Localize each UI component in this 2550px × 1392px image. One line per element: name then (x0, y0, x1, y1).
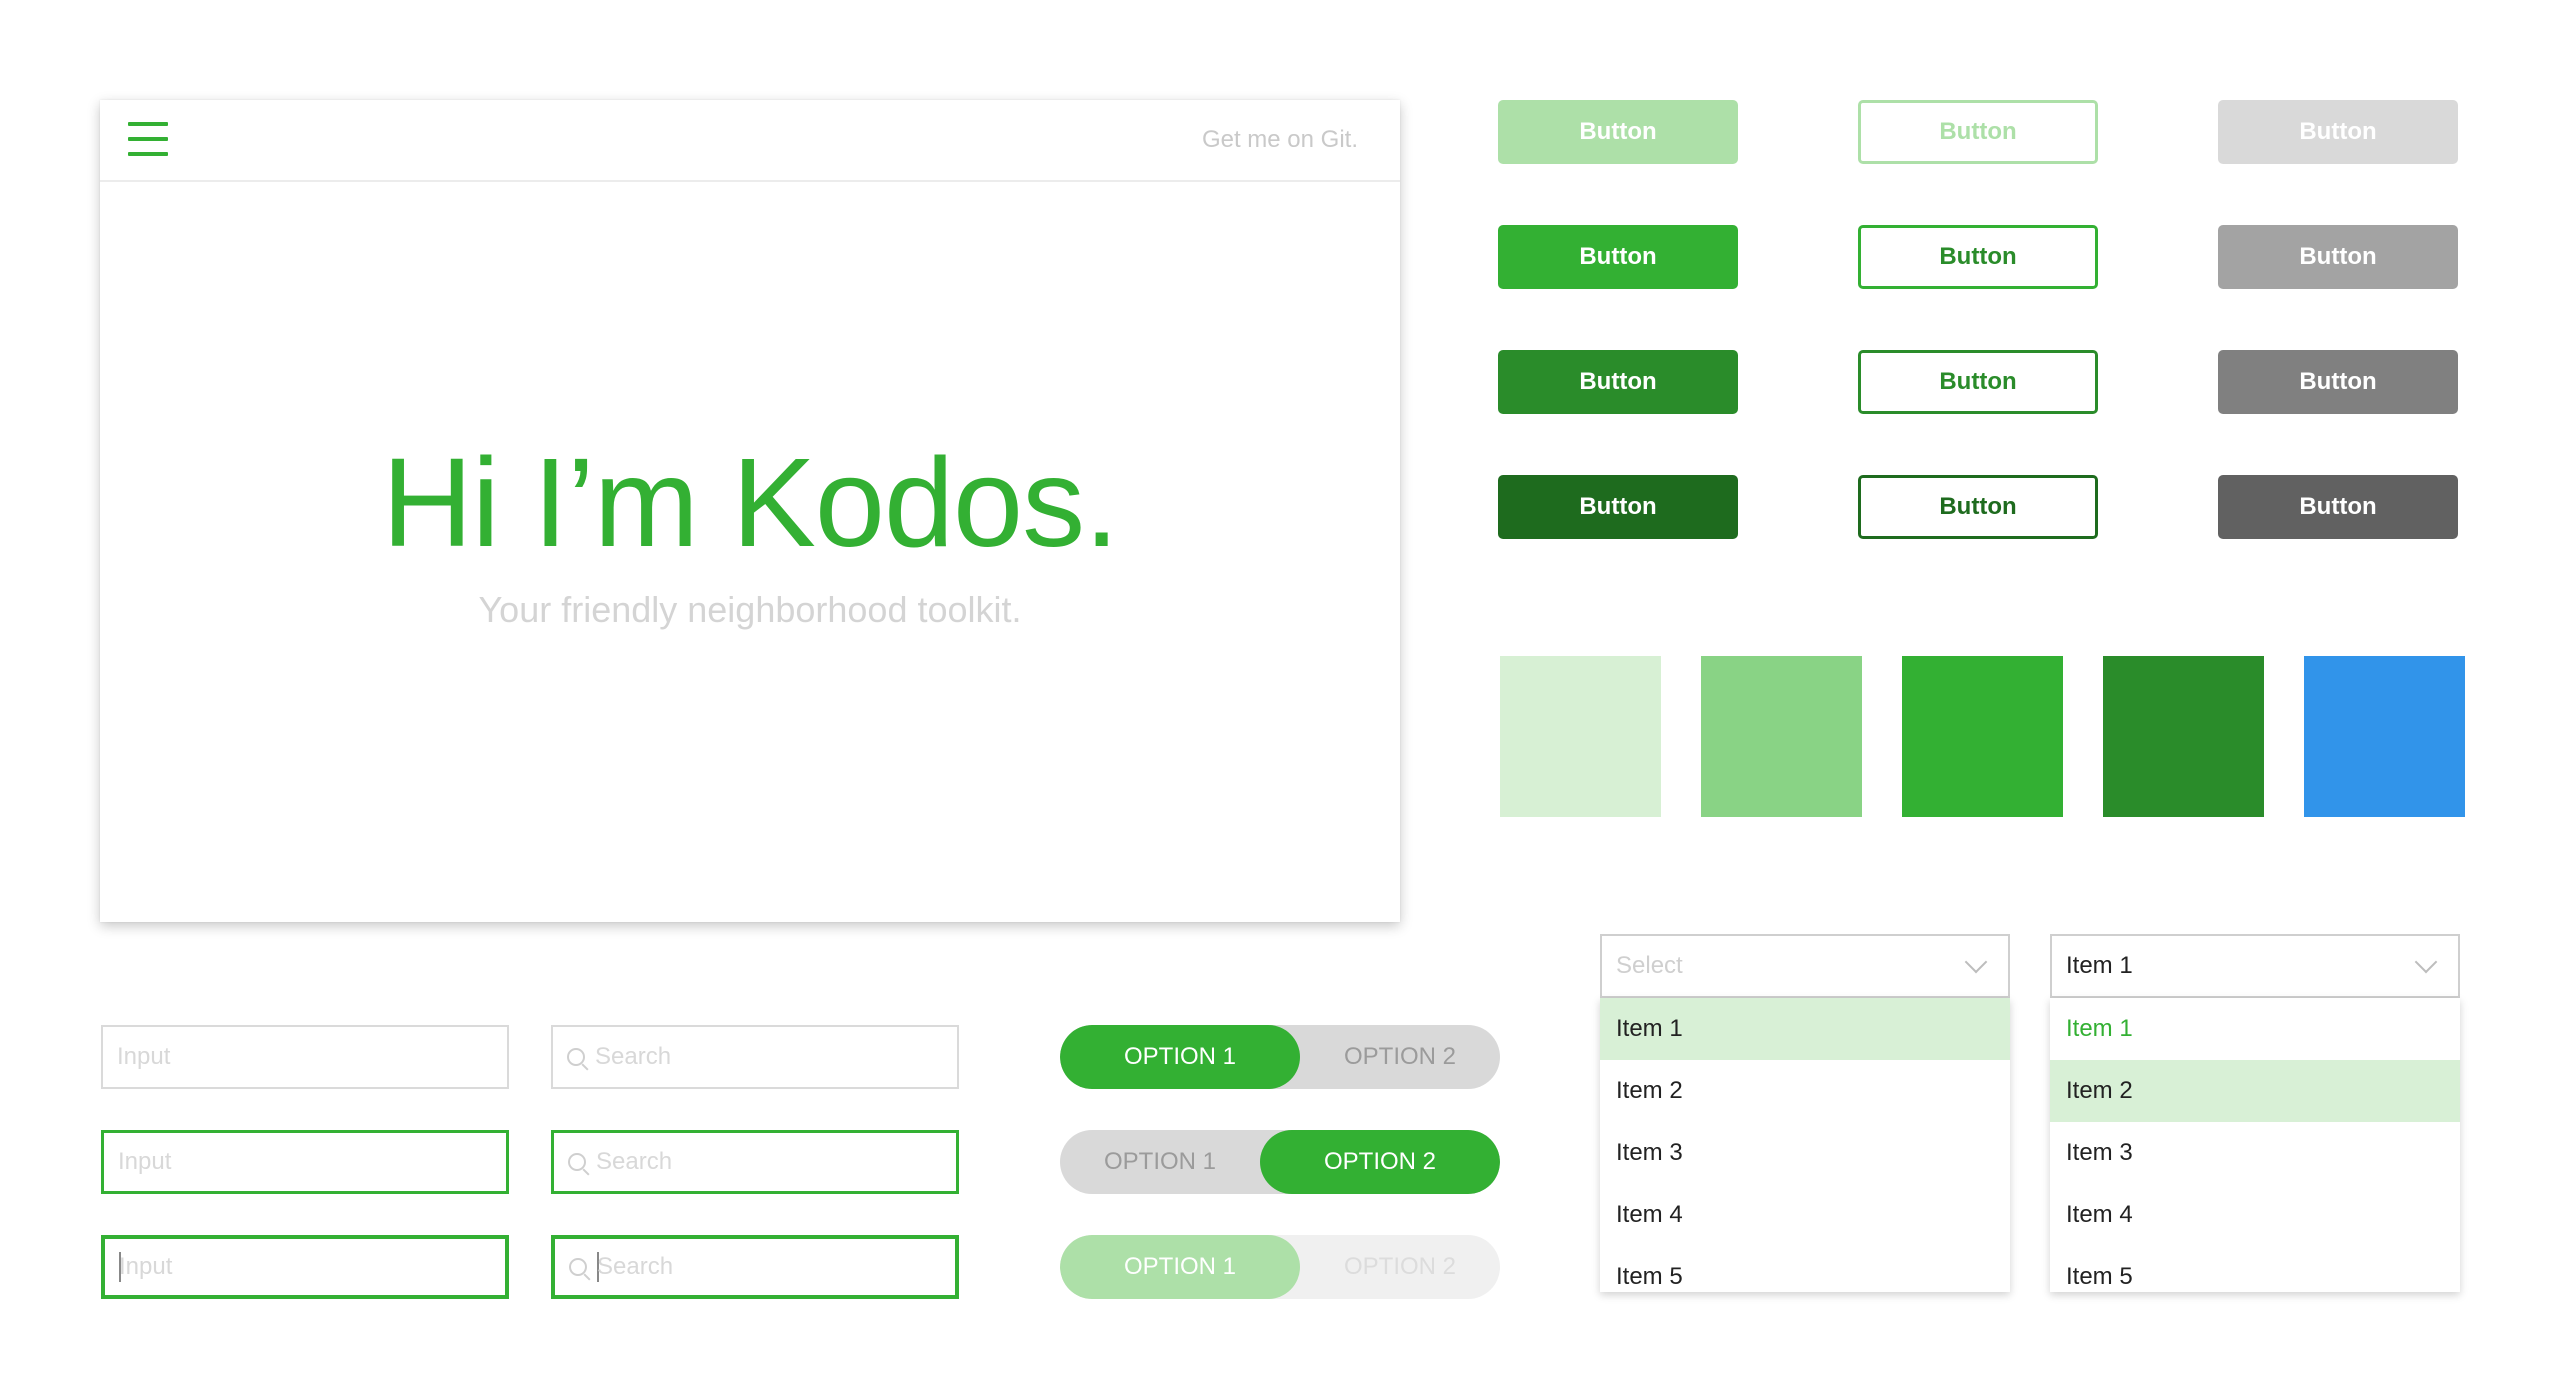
button-filled[interactable]: Button (1498, 225, 1738, 289)
search-icon (569, 1258, 587, 1276)
git-link[interactable]: Get me on Git. (1202, 126, 1358, 154)
color-swatch-light (1701, 656, 1862, 817)
button-gray-light[interactable]: Button (2218, 100, 2458, 164)
hero-card: Get me on Git. Hi I’m Kodos. Your friend… (100, 100, 1400, 922)
select-dropdown-empty[interactable]: Select (1600, 934, 2010, 998)
input-field-focused[interactable]: Input (101, 1235, 509, 1299)
button-filled-darker[interactable]: Button (1498, 475, 1738, 539)
button-outline[interactable]: Button (1858, 225, 2098, 289)
input-placeholder: Input (117, 1043, 171, 1070)
dropdown-item[interactable]: Item 2 (1600, 1060, 2010, 1122)
toggle-option-2[interactable]: OPTION 2 (1300, 1235, 1500, 1299)
button-outline-dark[interactable]: Button (1858, 350, 2098, 414)
toggle-option-1[interactable]: OPTION 1 (1060, 1235, 1300, 1299)
search-placeholder: Search (596, 1148, 673, 1175)
segmented-toggle-disabled: OPTION 1 OPTION 2 (1060, 1235, 1500, 1299)
select-value: Item 1 (2066, 952, 2133, 979)
dropdown-menu: Item 1 Item 2 Item 3 Item 4 Item 5 (1600, 998, 2010, 1292)
color-swatch-dark (2103, 656, 2264, 817)
hero-title: Hi I’m Kodos. (381, 432, 1119, 573)
button-outline-light[interactable]: Button (1858, 100, 2098, 164)
button-outline-darker[interactable]: Button (1858, 475, 2098, 539)
top-bar: Get me on Git. (100, 100, 1400, 182)
chevron-down-icon (1964, 950, 1988, 974)
select-value: Select (1616, 952, 1683, 979)
button-gray-darker[interactable]: Button (2218, 475, 2458, 539)
toggle-option-1[interactable]: OPTION 1 (1060, 1025, 1300, 1089)
dropdown-menu: Item 1 Item 2 Item 3 Item 4 Item 5 (2050, 998, 2460, 1292)
dropdown-item[interactable]: Item 3 (1600, 1122, 2010, 1184)
input-field-hover[interactable]: Input (101, 1130, 509, 1194)
search-icon (568, 1153, 586, 1171)
search-icon (567, 1048, 585, 1066)
segmented-toggle-option2-active: OPTION 1 OPTION 2 (1060, 1130, 1500, 1194)
button-filled-light[interactable]: Button (1498, 100, 1738, 164)
search-field-hover[interactable]: Search (551, 1130, 959, 1194)
search-placeholder: Search (597, 1253, 674, 1280)
chevron-down-icon (2414, 950, 2438, 974)
search-field-default[interactable]: Search (551, 1025, 959, 1089)
hero-subtitle: Your friendly neighborhood toolkit. (478, 589, 1022, 630)
toggle-option-2[interactable]: OPTION 2 (1300, 1025, 1500, 1089)
dropdown-item[interactable]: Item 4 (1600, 1184, 2010, 1246)
dropdown-item[interactable]: Item 2 (2050, 1060, 2460, 1122)
segmented-toggle-option1-active: OPTION 1 OPTION 2 (1060, 1025, 1500, 1089)
input-placeholder: Input (118, 1148, 172, 1175)
dropdown-item[interactable]: Item 5 (2050, 1246, 2460, 1292)
search-placeholder: Search (595, 1043, 672, 1070)
select-dropdown-selected[interactable]: Item 1 (2050, 934, 2460, 998)
hamburger-menu-icon[interactable] (128, 122, 168, 156)
dropdown-item-selected[interactable]: Item 1 (2050, 998, 2460, 1060)
input-field-default[interactable]: Input (101, 1025, 509, 1089)
dropdown-item[interactable]: Item 1 (1600, 998, 2010, 1060)
search-field-focused[interactable]: Search (551, 1235, 959, 1299)
color-swatch-primary (1902, 656, 2063, 817)
dropdown-item[interactable]: Item 5 (1600, 1246, 2010, 1292)
color-swatch-blue (2304, 656, 2465, 817)
input-placeholder: Input (119, 1253, 173, 1280)
button-gray[interactable]: Button (2218, 225, 2458, 289)
button-gray-dark[interactable]: Button (2218, 350, 2458, 414)
toggle-option-1[interactable]: OPTION 1 (1060, 1130, 1260, 1194)
color-swatch-lightest (1500, 656, 1661, 817)
dropdown-item[interactable]: Item 3 (2050, 1122, 2460, 1184)
toggle-option-2[interactable]: OPTION 2 (1260, 1130, 1500, 1194)
dropdown-item[interactable]: Item 4 (2050, 1184, 2460, 1246)
button-filled-dark[interactable]: Button (1498, 350, 1738, 414)
